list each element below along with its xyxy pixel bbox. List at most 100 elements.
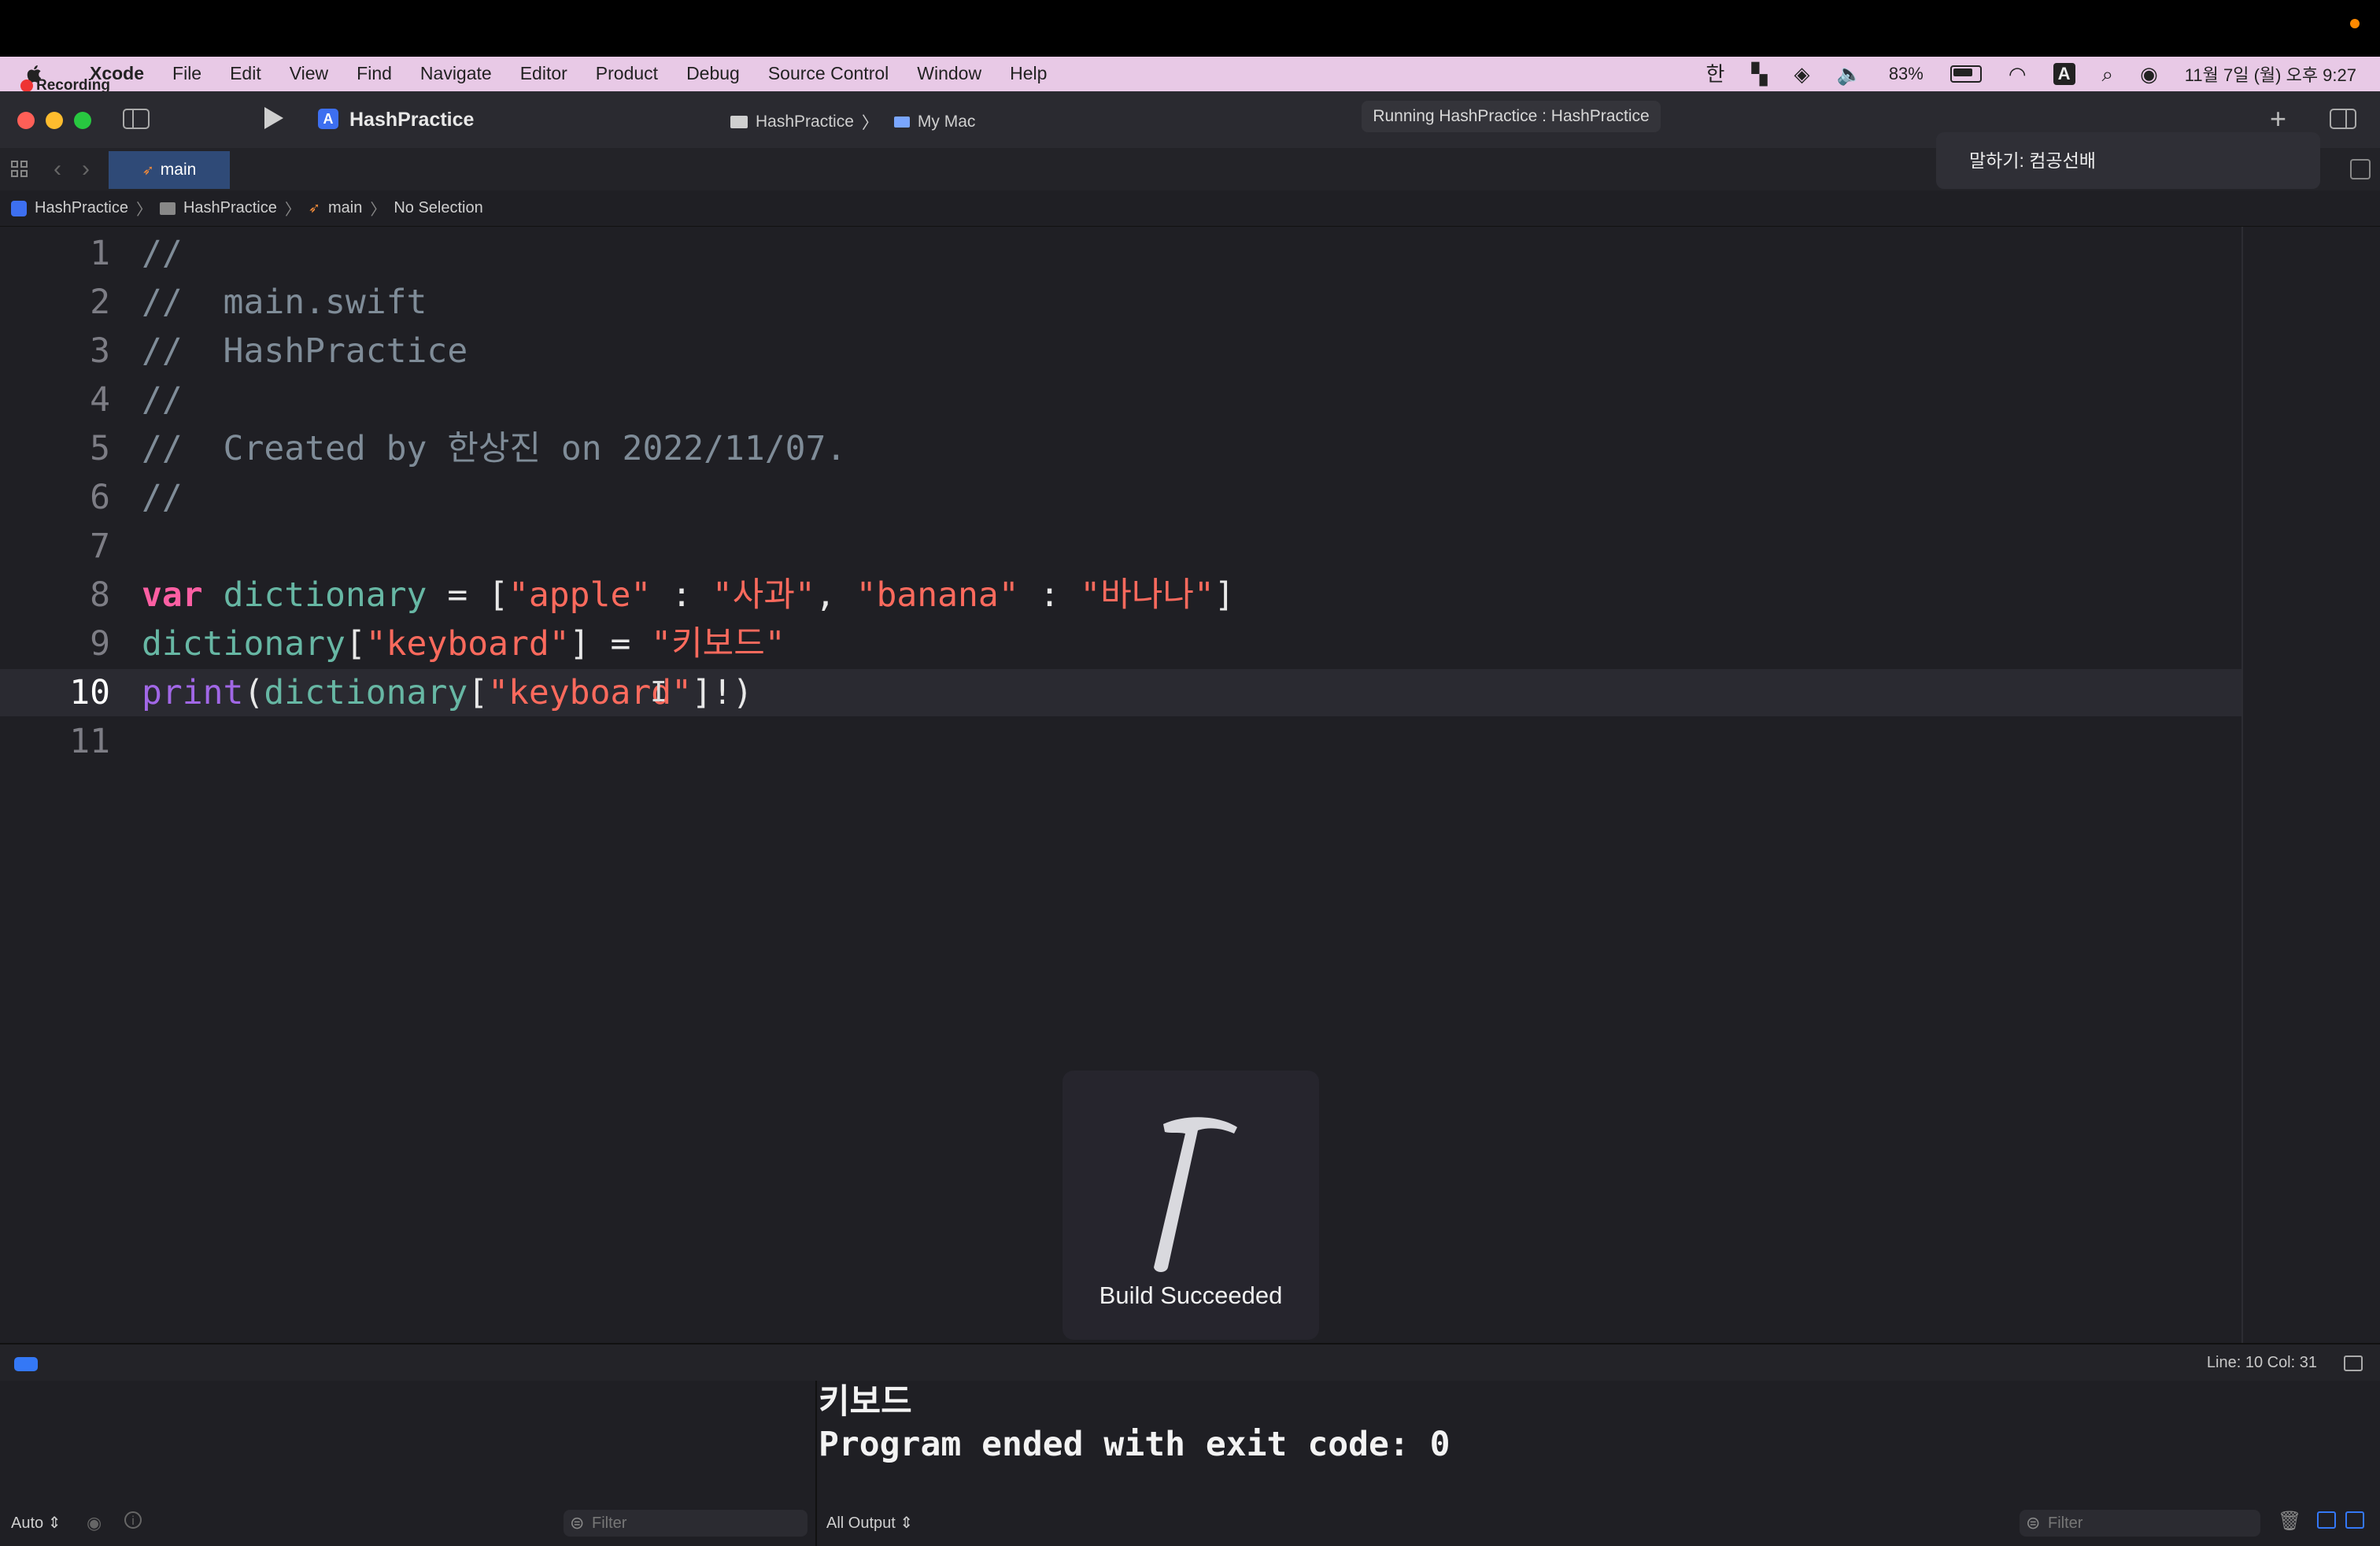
inspector-toggle-icon[interactable] xyxy=(2330,109,2356,129)
destination-name[interactable]: My Mac xyxy=(918,113,976,131)
code-text[interactable]: // xyxy=(142,376,183,423)
cursor-position: Line: 10 Col: 31 xyxy=(2206,1354,2317,1371)
volume-icon[interactable]: 🔈 xyxy=(1836,62,1861,86)
navigate-back-icon[interactable]: ‹ xyxy=(54,156,61,183)
code-line[interactable]: 4 // xyxy=(0,376,2241,423)
breadcrumb-symbol[interactable]: No Selection xyxy=(394,199,482,217)
scheme-name[interactable]: HashPractice xyxy=(756,113,854,131)
code-text[interactable]: // xyxy=(142,474,183,521)
hide-debug-area-icon[interactable] xyxy=(2344,1356,2363,1371)
info-icon[interactable]: i xyxy=(124,1511,142,1529)
debug-area-toggle[interactable] xyxy=(14,1357,38,1371)
code-token: // xyxy=(142,478,183,517)
menu-help[interactable]: Help xyxy=(996,63,1061,84)
console-line: 키보드 xyxy=(819,1382,912,1422)
split-editor-icon[interactable] xyxy=(2350,159,2371,179)
code-token: ( xyxy=(243,673,264,712)
code-text[interactable]: var dictionary = ["apple" : "사과", "banan… xyxy=(142,571,1235,619)
build-status-text: Build Succeeded xyxy=(1099,1282,1283,1309)
menu-view[interactable]: View xyxy=(275,63,342,84)
menu-xcode[interactable]: Xcode xyxy=(76,63,158,84)
show-variables-pane-icon[interactable] xyxy=(2317,1511,2336,1529)
minimap[interactable] xyxy=(2241,227,2380,1343)
navigator-toggle-icon[interactable] xyxy=(123,109,150,129)
code-token: print xyxy=(142,673,244,712)
text-cursor-icon: I xyxy=(650,676,667,708)
code-token: ]!) xyxy=(692,673,753,712)
window-layout-icon[interactable]: ▚ xyxy=(1751,62,1767,86)
code-token: : xyxy=(1018,575,1081,615)
menu-navigate[interactable]: Navigate xyxy=(406,63,506,84)
window-controls xyxy=(17,112,91,129)
line-number: 7 xyxy=(90,527,110,566)
code-line[interactable]: 1 // xyxy=(0,230,2241,277)
close-window-button[interactable] xyxy=(17,112,35,129)
code-line[interactable]: 7 xyxy=(0,523,2241,570)
code-text[interactable]: // main.swift xyxy=(142,279,427,326)
activity-status: Running HashPractice : HashPractice xyxy=(1362,101,1661,132)
line-number: 10 xyxy=(69,673,110,712)
eye-icon[interactable]: ◉ xyxy=(87,1513,102,1533)
code-line[interactable]: 5 // Created by 한상진 on 2022/11/07. xyxy=(0,425,2241,472)
project-icon xyxy=(11,200,27,216)
code-token: dictionary xyxy=(223,575,427,615)
code-line[interactable]: 9 dictionary["keyboard"] = "키보드" xyxy=(0,620,2241,668)
line-number: 4 xyxy=(90,380,110,420)
breadcrumb-group[interactable]: HashPractice xyxy=(183,199,277,217)
code-text[interactable]: dictionary["keyboard"] = "키보드" xyxy=(142,620,785,668)
variables-scope-select[interactable]: Auto ⇕ xyxy=(11,1513,61,1533)
code-line[interactable]: 10 print(dictionary["keyboard"]!) I xyxy=(0,669,2241,716)
menu-edit[interactable]: Edit xyxy=(216,63,275,84)
run-button[interactable] xyxy=(264,107,283,129)
code-text[interactable]: // xyxy=(142,230,183,277)
battery-icon[interactable] xyxy=(1949,65,1982,83)
line-number: 1 xyxy=(90,234,110,273)
code-line[interactable]: 2 // main.swift xyxy=(0,279,2241,326)
menu-source-control[interactable]: Source Control xyxy=(754,63,903,84)
line-number: 2 xyxy=(90,283,110,322)
top-black-bar xyxy=(0,0,2380,57)
output-scope-select[interactable]: All Output ⇕ xyxy=(826,1513,913,1533)
keyboard-input-icon[interactable]: A xyxy=(2053,63,2075,85)
breadcrumb-file[interactable]: main xyxy=(328,199,362,217)
console-filter-input[interactable]: Filter xyxy=(2020,1510,2260,1537)
scheme-selector[interactable]: HashPractice 〉 My Mac xyxy=(730,110,975,134)
clock[interactable]: 11월 7일 (월) 오후 9:27 xyxy=(2185,61,2356,87)
menu-debug[interactable]: Debug xyxy=(672,63,754,84)
minimize-window-button[interactable] xyxy=(46,112,63,129)
code-text[interactable]: // HashPractice xyxy=(142,327,468,375)
add-library-button[interactable]: + xyxy=(2270,102,2286,135)
code-token: // xyxy=(142,234,183,273)
menu-editor[interactable]: Editor xyxy=(506,63,582,84)
zoom-window-button[interactable] xyxy=(74,112,91,129)
code-text[interactable]: // Created by 한상진 on 2022/11/07. xyxy=(142,425,846,472)
code-token: ] = xyxy=(569,624,652,664)
menu-file[interactable]: File xyxy=(158,63,216,84)
menu-window[interactable]: Window xyxy=(903,63,996,84)
code-line[interactable]: 11 xyxy=(0,718,2241,765)
macos-menu-bar: Recording Xcode File Edit View Find Navi… xyxy=(0,57,2380,94)
control-center-icon[interactable]: ◉ xyxy=(2140,62,2158,86)
code-token: var xyxy=(142,575,203,615)
navigate-forward-icon[interactable]: › xyxy=(82,156,90,183)
menu-product[interactable]: Product xyxy=(582,63,672,84)
input-source-icon[interactable]: 한 xyxy=(1706,62,1725,86)
breadcrumb-project[interactable]: HashPractice xyxy=(35,199,128,217)
wifi-icon[interactable]: ◠ xyxy=(2009,62,2027,86)
trash-icon[interactable]: 🗑 xyxy=(2278,1510,2301,1533)
show-console-pane-icon[interactable] xyxy=(2345,1511,2364,1529)
tab-main[interactable]: ➶ main xyxy=(109,151,230,189)
menu-find[interactable]: Find xyxy=(342,63,406,84)
code-line[interactable]: 3 // HashPractice xyxy=(0,327,2241,375)
spotlight-search-icon[interactable]: ⌕ xyxy=(2102,62,2114,86)
code-line[interactable]: 6 // xyxy=(0,474,2241,521)
related-items-grid-icon[interactable] xyxy=(11,161,30,179)
code-line[interactable]: 8 var dictionary = ["apple" : "사과", "bana… xyxy=(0,571,2241,619)
project-name[interactable]: HashPractice xyxy=(349,109,474,131)
code-token: "keyboard" xyxy=(365,624,570,664)
folder-icon xyxy=(159,202,176,215)
variables-filter-input[interactable]: Filter xyxy=(564,1510,808,1537)
chevron-right-icon: 〉 xyxy=(284,202,301,219)
screen-share-icon[interactable]: ◈ xyxy=(1794,62,1809,86)
battery-percent[interactable]: 83% xyxy=(1889,64,1924,84)
